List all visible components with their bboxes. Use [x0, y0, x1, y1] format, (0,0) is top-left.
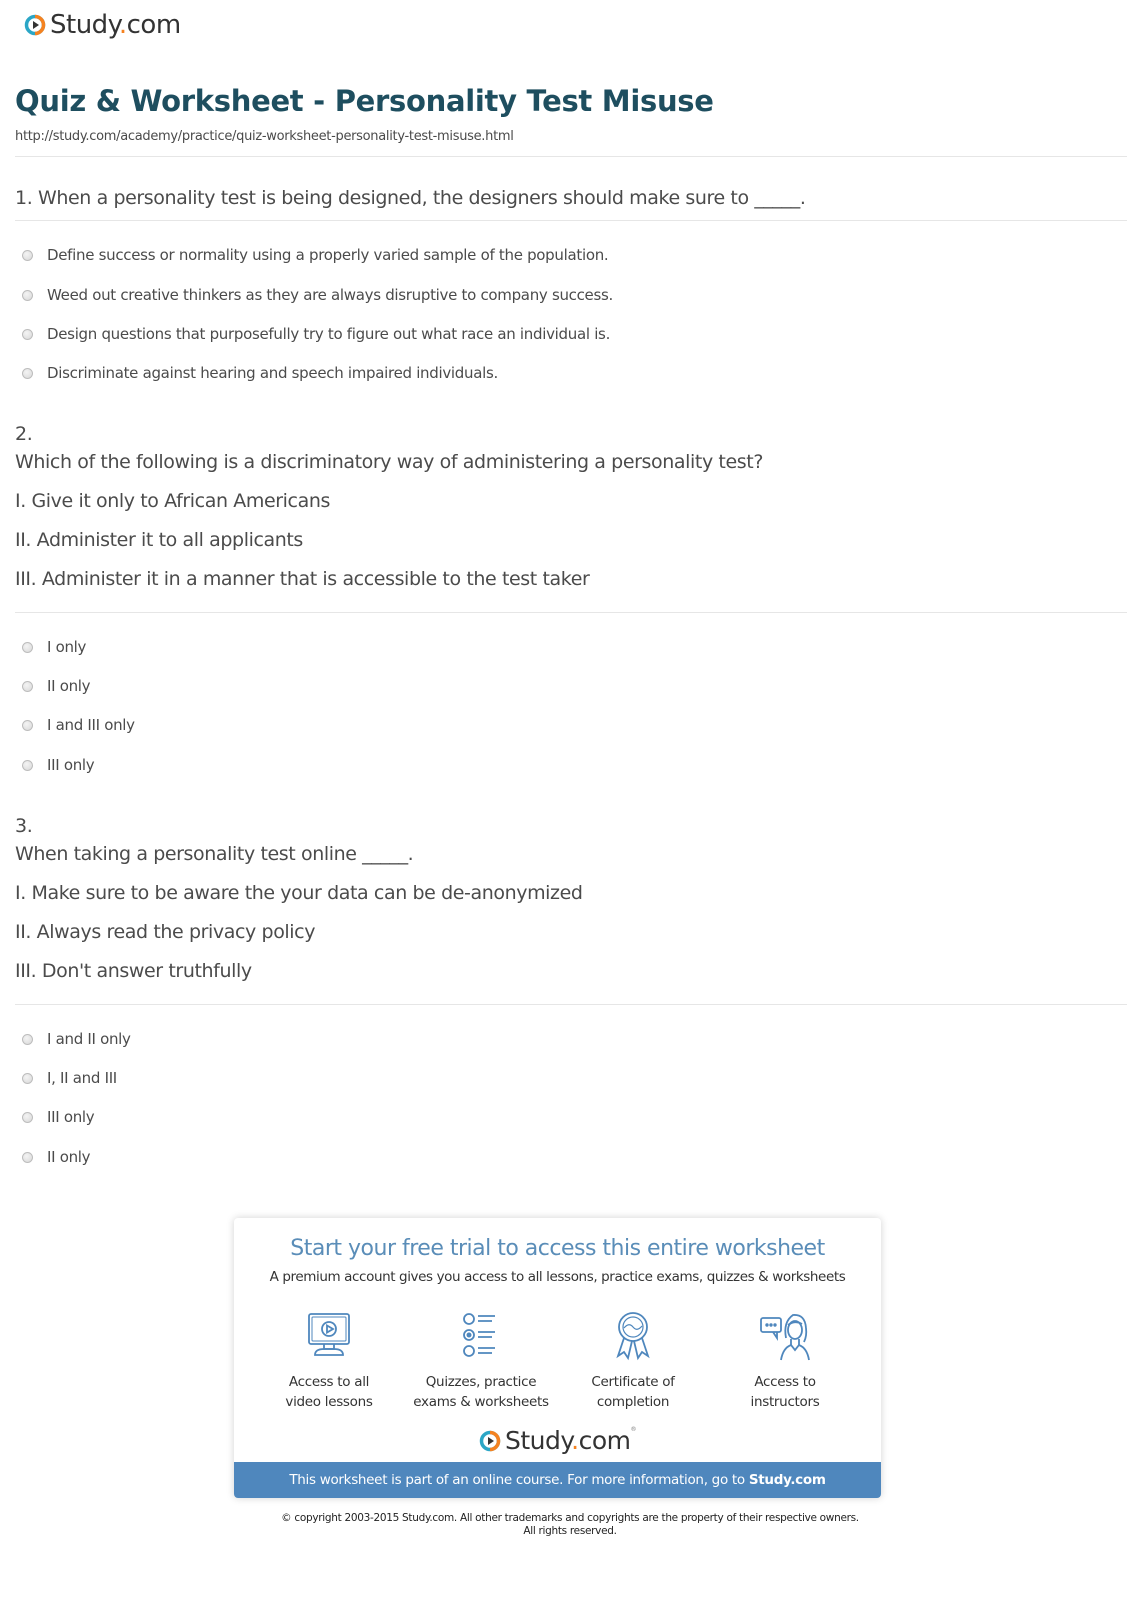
logo-wordmark: Study.com® — [505, 1426, 636, 1455]
answer-option[interactable]: Discriminate against hearing and speech … — [22, 364, 498, 382]
radio-button[interactable] — [22, 1072, 33, 1084]
free-trial-heading[interactable]: Start your free trial to access this ent… — [234, 1236, 881, 1261]
question-statement: III. Don't answer truthfully — [15, 960, 252, 982]
answer-option[interactable]: I and III only — [22, 716, 135, 734]
radio-button[interactable] — [22, 641, 33, 653]
question-statement: I. Give it only to African Americans — [15, 490, 330, 512]
copyright-notice: © copyright 2003-2015 Study.com. All oth… — [281, 1512, 859, 1537]
radio-button[interactable] — [22, 680, 33, 692]
question-number: 3. — [15, 815, 33, 837]
feature-instructors: Access to instructors — [710, 1310, 860, 1412]
video-monitor-icon — [308, 1313, 350, 1356]
radio-button[interactable] — [22, 289, 33, 301]
course-info-bar: This worksheet is part of an online cour… — [234, 1462, 881, 1498]
radio-button[interactable] — [22, 367, 33, 379]
certificate-ribbon-icon — [616, 1312, 650, 1361]
radio-button[interactable] — [22, 328, 33, 340]
radio-button[interactable] — [22, 759, 33, 771]
answer-option[interactable]: Define success or normality using a prop… — [22, 246, 609, 264]
divider — [15, 1004, 1127, 1005]
study-logo[interactable]: Study.com — [24, 8, 181, 42]
question-text: When taking a personality test online __… — [15, 843, 414, 865]
feature-label: Quizzes, practice exams & worksheets — [413, 1374, 549, 1410]
instructor-chat-icon — [760, 1314, 810, 1361]
feature-label: Access to all video lessons — [285, 1374, 373, 1410]
divider — [15, 220, 1127, 221]
quiz-list-icon — [463, 1313, 495, 1357]
radio-button[interactable] — [22, 719, 33, 731]
answer-option[interactable]: I and II only — [22, 1030, 131, 1048]
radio-button[interactable] — [22, 249, 33, 261]
free-trial-panel: Start your free trial to access this ent… — [234, 1218, 881, 1498]
question-text: 1. When a personality test is being desi… — [15, 187, 806, 209]
divider — [15, 612, 1127, 613]
free-trial-subtitle: A premium account gives you access to al… — [269, 1269, 846, 1285]
radio-button[interactable] — [22, 1033, 33, 1045]
answer-option[interactable]: II only — [22, 677, 91, 695]
radio-button[interactable] — [22, 1151, 33, 1163]
feature-label: Access to instructors — [750, 1374, 820, 1410]
study-link[interactable]: Study.com — [749, 1472, 826, 1488]
play-ring-icon — [479, 1430, 501, 1451]
answer-option[interactable]: Design questions that purposefully try t… — [22, 325, 610, 343]
divider — [15, 156, 1127, 157]
question-number: 2. — [15, 423, 33, 445]
page-url[interactable]: http://study.com/academy/practice/quiz-w… — [15, 129, 514, 144]
answer-option[interactable]: II only — [22, 1148, 91, 1166]
question-statement: II. Administer it to all applicants — [15, 529, 303, 551]
answer-option[interactable]: I, II and III — [22, 1069, 117, 1087]
answer-option[interactable]: III only — [22, 756, 95, 774]
answer-option[interactable]: Weed out creative thinkers as they are a… — [22, 286, 613, 304]
feature-quizzes: Quizzes, practice exams & worksheets — [406, 1310, 556, 1412]
answer-option[interactable]: III only — [22, 1108, 95, 1126]
answer-option[interactable]: I only — [22, 638, 86, 656]
question-statement: III. Administer it in a manner that is a… — [15, 568, 590, 590]
study-logo-footer[interactable]: Study.com® — [234, 1426, 881, 1455]
question-statement: II. Always read the privacy policy — [15, 921, 316, 943]
logo-wordmark: Study.com — [50, 10, 181, 40]
radio-button[interactable] — [22, 1111, 33, 1123]
play-ring-icon — [24, 14, 46, 36]
feature-certificate: Certificate of completion — [558, 1310, 708, 1412]
feature-label: Certificate of completion — [591, 1374, 675, 1410]
question-text: Which of the following is a discriminato… — [15, 451, 763, 473]
feature-video-lessons: Access to all video lessons — [254, 1310, 404, 1412]
question-statement: I. Make sure to be aware the your data c… — [15, 882, 583, 904]
page-title: Quiz & Worksheet - Personality Test Misu… — [15, 84, 714, 118]
